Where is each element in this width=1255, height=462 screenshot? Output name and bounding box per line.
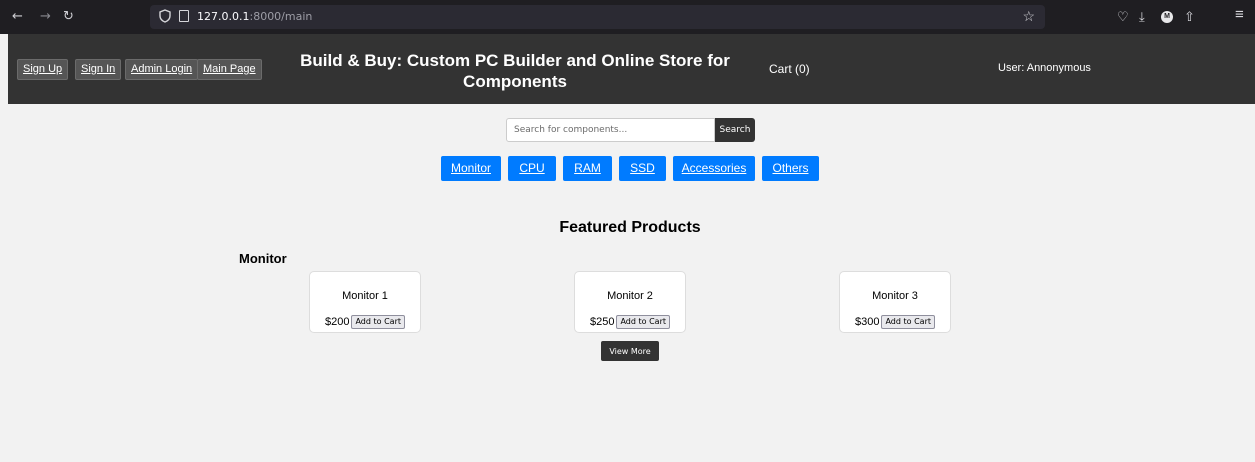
add-to-cart-button[interactable]: Add to Cart: [616, 314, 670, 329]
add-to-cart-button[interactable]: Add to Cart: [351, 314, 405, 329]
view-more-button[interactable]: View More: [601, 341, 659, 361]
product-card: Monitor 3 $300 Add to Cart: [839, 271, 951, 333]
admin-login-button[interactable]: Admin Login: [125, 59, 199, 80]
featured-products-heading: Featured Products: [559, 219, 701, 236]
download-icon[interactable]: ⤓: [1139, 9, 1145, 25]
cart-link[interactable]: Cart (0): [769, 62, 810, 76]
pocket-icon[interactable]: ♡: [1117, 9, 1129, 25]
site-title: Build & Buy: Custom PC Builder and Onlin…: [300, 51, 730, 91]
category-section-heading: Monitor: [239, 251, 287, 266]
url-host: 127.0.0.1: [197, 10, 250, 23]
user-label: User: Annonymous: [998, 62, 1091, 74]
search-button[interactable]: Search: [715, 118, 755, 142]
browser-toolbar: ← → ↻ 127.0.0.1:8000/main ☆ ♡ ⤓ M ⇧ ≡: [0, 0, 1255, 34]
forward-icon[interactable]: →: [40, 9, 51, 25]
menu-icon[interactable]: ≡: [1235, 7, 1244, 23]
main-page-button[interactable]: Main Page: [197, 59, 262, 80]
product-price-row: $250 Add to Cart: [575, 313, 685, 331]
product-price-row: $200 Add to Cart: [310, 313, 420, 331]
address-bar[interactable]: 127.0.0.1:8000/main ☆: [150, 5, 1045, 29]
sign-in-button[interactable]: Sign In: [75, 59, 122, 80]
product-price: $250: [589, 315, 615, 328]
page-icon: [179, 10, 189, 22]
reload-icon[interactable]: ↻: [63, 9, 74, 25]
extensions-icon[interactable]: ⇧: [1184, 9, 1195, 25]
profile-avatar[interactable]: M: [1161, 11, 1173, 23]
category-monitor-button[interactable]: Monitor: [441, 156, 501, 181]
product-price: $200: [324, 315, 350, 328]
back-icon[interactable]: ←: [12, 9, 23, 25]
category-ram-button[interactable]: RAM: [563, 156, 612, 181]
product-price: $300: [854, 315, 880, 328]
search-input[interactable]: [506, 118, 715, 142]
shield-icon[interactable]: [159, 9, 171, 23]
product-card: Monitor 1 $200 Add to Cart: [309, 271, 421, 333]
url-path: :8000/main: [249, 10, 313, 23]
add-to-cart-button[interactable]: Add to Cart: [881, 314, 935, 329]
url-text[interactable]: 127.0.0.1:8000/main: [197, 10, 312, 23]
product-name: Monitor 2: [607, 290, 653, 302]
category-cpu-button[interactable]: CPU: [508, 156, 556, 181]
product-name: Monitor 1: [342, 290, 388, 302]
product-price-row: $300 Add to Cart: [840, 313, 950, 331]
bookmark-star-icon[interactable]: ☆: [1022, 8, 1035, 25]
site-header: Sign Up Sign In Admin Login Main Page Bu…: [8, 34, 1255, 104]
product-name: Monitor 3: [872, 290, 918, 302]
category-others-button[interactable]: Others: [762, 156, 819, 181]
category-accessories-button[interactable]: Accessories: [673, 156, 755, 181]
category-ssd-button[interactable]: SSD: [619, 156, 666, 181]
sign-up-button[interactable]: Sign Up: [17, 59, 69, 80]
product-card: Monitor 2 $250 Add to Cart: [574, 271, 686, 333]
